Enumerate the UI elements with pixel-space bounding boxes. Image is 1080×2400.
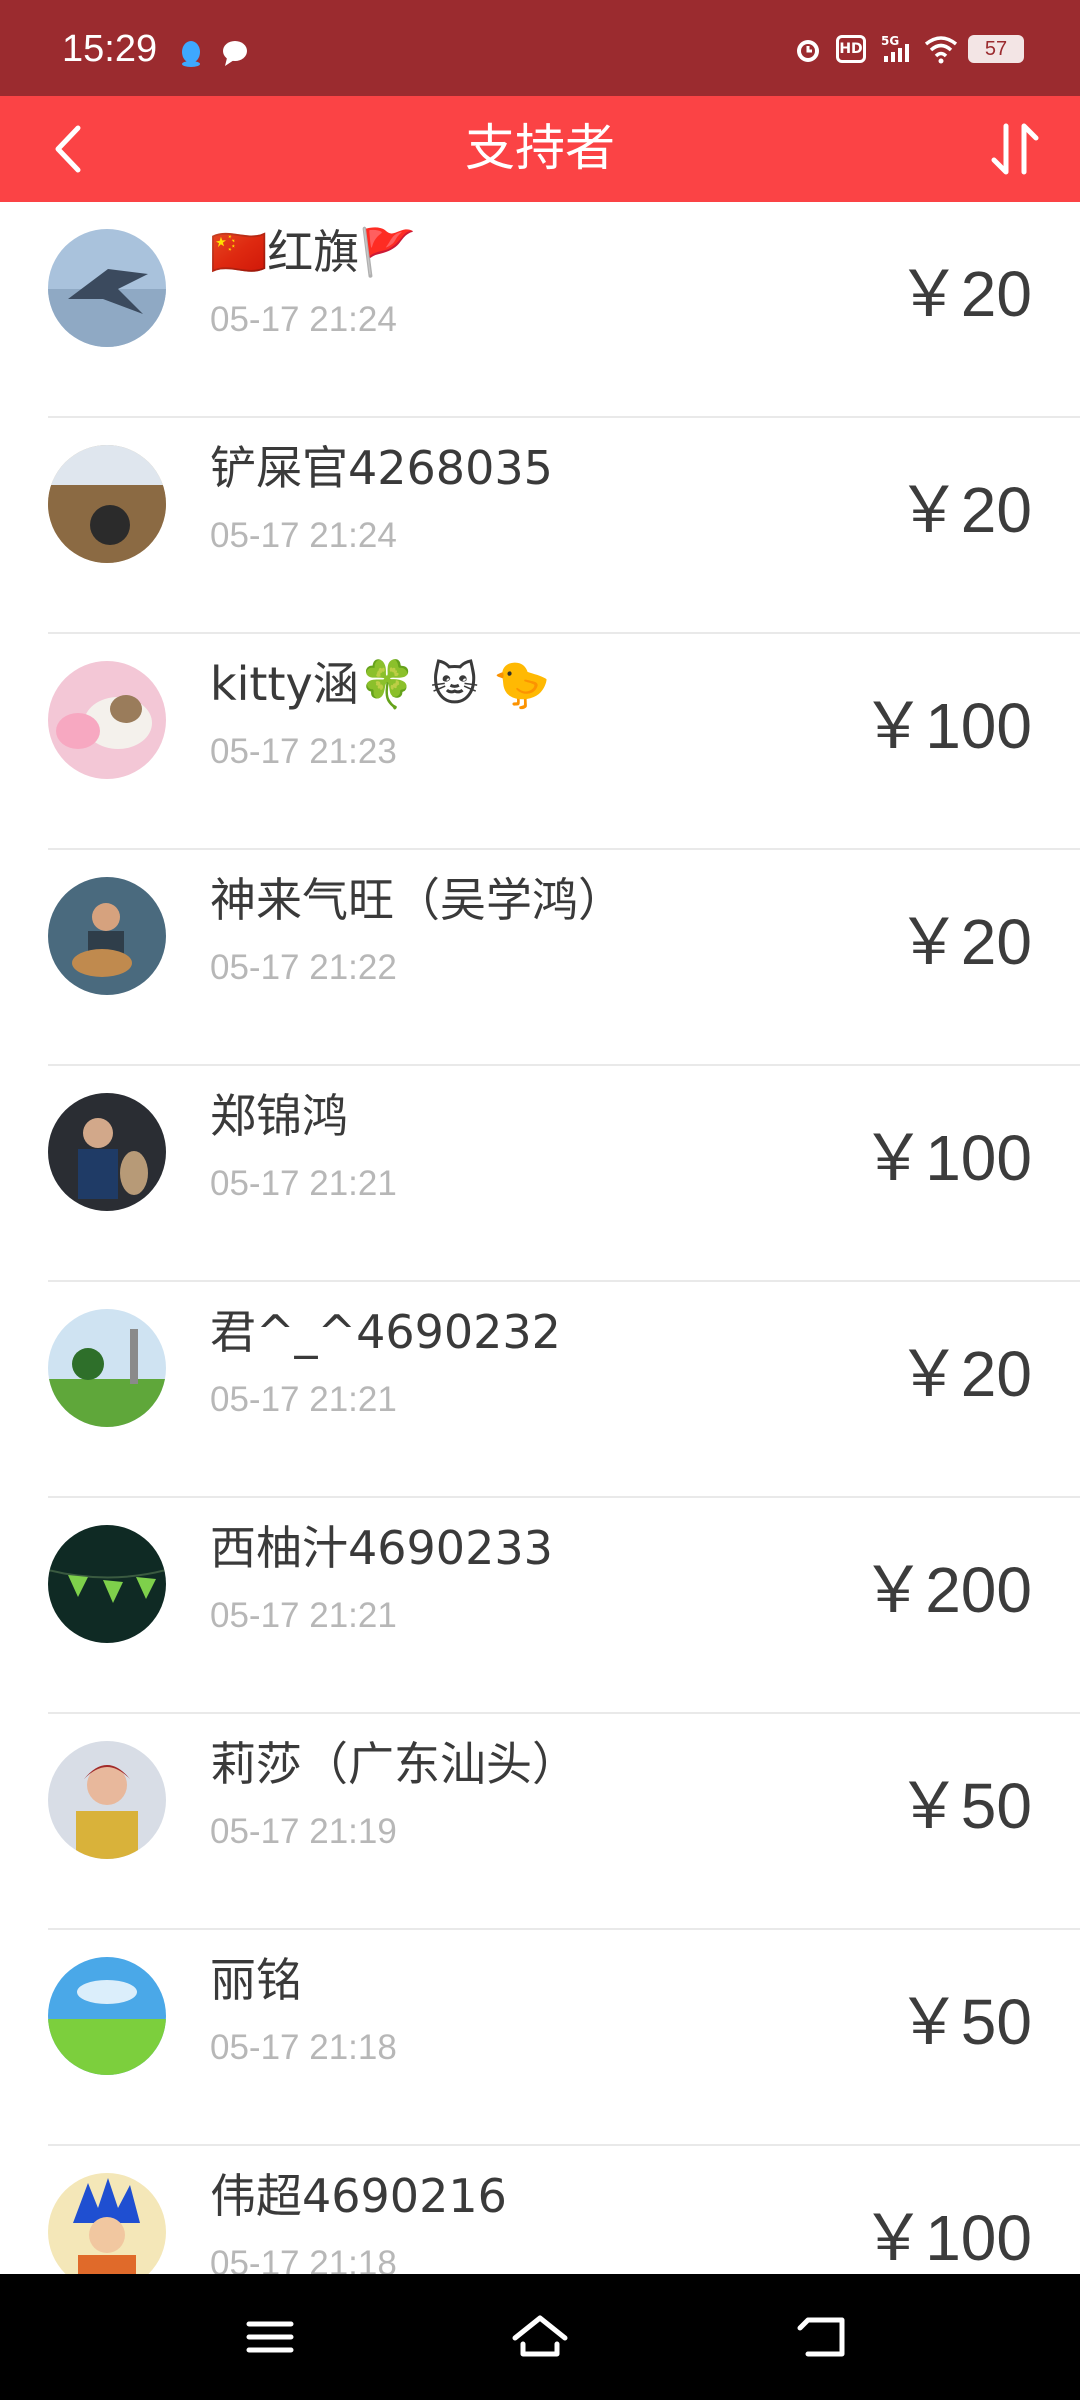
supporter-row[interactable]: kitty涵🍀 🐱 🐤 05-17 21:23 ￥100 <box>0 634 1080 850</box>
supporter-amount: ￥20 <box>896 1338 1032 1410</box>
svg-text:5G: 5G <box>881 34 899 48</box>
battery-indicator: 57 <box>968 35 1024 63</box>
supporter-amount: ￥100 <box>861 1122 1032 1194</box>
supporter-name: 神来气旺（吴学鸿） <box>210 873 624 927</box>
supporter-time: 05-17 21:21 <box>210 1596 397 1635</box>
supporter-row[interactable]: 莉莎（广东汕头） 05-17 21:19 ￥50 <box>0 1714 1080 1930</box>
sort-icon <box>991 123 1039 175</box>
supporter-row[interactable]: 神来气旺（吴学鸿） 05-17 21:22 ￥20 <box>0 850 1080 1066</box>
supporter-amount: ￥20 <box>896 474 1032 546</box>
supporter-name: 丽铭 <box>210 1953 302 2007</box>
menu-icon <box>246 2321 294 2353</box>
supporter-name: 西柚汁4690233 <box>210 1521 553 1575</box>
supporter-amount: ￥50 <box>896 1986 1032 2058</box>
supporter-row[interactable]: 郑锦鸿 05-17 21:21 ￥100 <box>0 1066 1080 1282</box>
page-title: 支持者 <box>465 119 615 177</box>
supporter-name: 铲屎官4268035 <box>210 441 553 495</box>
supporter-time: 05-17 21:21 <box>210 1380 397 1419</box>
supporter-name: 莉莎（广东汕头） <box>210 1737 578 1791</box>
status-time: 15:29 <box>62 28 158 70</box>
sort-button[interactable] <box>980 114 1050 184</box>
wifi-icon <box>924 34 958 64</box>
supporter-row[interactable]: 丽铭 05-17 21:18 ￥50 <box>0 1930 1080 2146</box>
avatar <box>48 877 166 995</box>
supporter-time: 05-17 21:18 <box>210 2244 397 2274</box>
back-nav-button[interactable] <box>790 2302 860 2372</box>
supporter-row[interactable]: 君^_^4690232 05-17 21:21 ￥20 <box>0 1282 1080 1498</box>
avatar <box>48 1309 166 1427</box>
hd-badge: HD <box>836 35 866 63</box>
supporter-amount: ￥20 <box>896 258 1032 330</box>
avatar <box>48 445 166 563</box>
supporter-name: 郑锦鸿 <box>210 1089 348 1143</box>
supporter-amount: ￥200 <box>861 1554 1032 1626</box>
avatar <box>48 1525 166 1643</box>
status-right-icons: HD 5G 57 <box>792 34 1024 64</box>
avatar <box>48 661 166 779</box>
supporter-list[interactable]: 🇨🇳红旗🚩 05-17 21:24 ￥20 铲屎官4268035 05-17 2… <box>0 202 1080 2274</box>
supporter-time: 05-17 21:19 <box>210 1812 397 1851</box>
supporter-time: 05-17 21:18 <box>210 2028 397 2067</box>
supporter-amount: ￥20 <box>896 906 1032 978</box>
avatar <box>48 1741 166 1859</box>
supporter-time: 05-17 21:21 <box>210 1164 397 1203</box>
supporter-row[interactable]: 伟超4690216 05-17 21:18 ￥100 <box>0 2146 1080 2274</box>
system-nav-bar <box>0 2274 1080 2400</box>
signal-5g-icon: 5G <box>880 34 910 64</box>
supporter-amount: ￥100 <box>861 690 1032 762</box>
supporter-time: 05-17 21:24 <box>210 516 397 555</box>
supporter-time: 05-17 21:24 <box>210 300 397 339</box>
supporter-name: 君^_^4690232 <box>210 1305 561 1359</box>
recent-apps-button[interactable] <box>235 2302 305 2372</box>
status-left-icons <box>176 38 250 68</box>
supporter-amount: ￥100 <box>861 2202 1032 2274</box>
message-icon <box>220 38 250 68</box>
supporter-name: 伟超4690216 <box>210 2169 507 2223</box>
avatar <box>48 229 166 347</box>
avatar <box>48 1957 166 2075</box>
home-button[interactable] <box>505 2302 575 2372</box>
avatar <box>48 2173 166 2274</box>
supporter-time: 05-17 21:23 <box>210 732 397 771</box>
home-icon <box>512 2315 568 2357</box>
supporter-row[interactable]: 西柚汁4690233 05-17 21:21 ￥200 <box>0 1498 1080 1714</box>
avatar <box>48 1093 166 1211</box>
supporter-row[interactable]: 铲屎官4268035 05-17 21:24 ￥20 <box>0 418 1080 634</box>
supporter-name: 🇨🇳红旗🚩 <box>210 225 417 279</box>
back-icon <box>797 2317 845 2357</box>
status-bar: 15:29 HD 5G 57 <box>0 0 1080 96</box>
supporter-name: kitty涵🍀 🐱 🐤 <box>210 657 551 711</box>
supporter-row[interactable]: 🇨🇳红旗🚩 05-17 21:24 ￥20 <box>0 202 1080 418</box>
supporter-time: 05-17 21:22 <box>210 948 397 987</box>
app-header: 支持者 <box>0 96 1080 202</box>
alarm-icon <box>792 34 822 64</box>
qq-penguin-icon <box>176 38 206 68</box>
supporter-amount: ￥50 <box>896 1770 1032 1842</box>
